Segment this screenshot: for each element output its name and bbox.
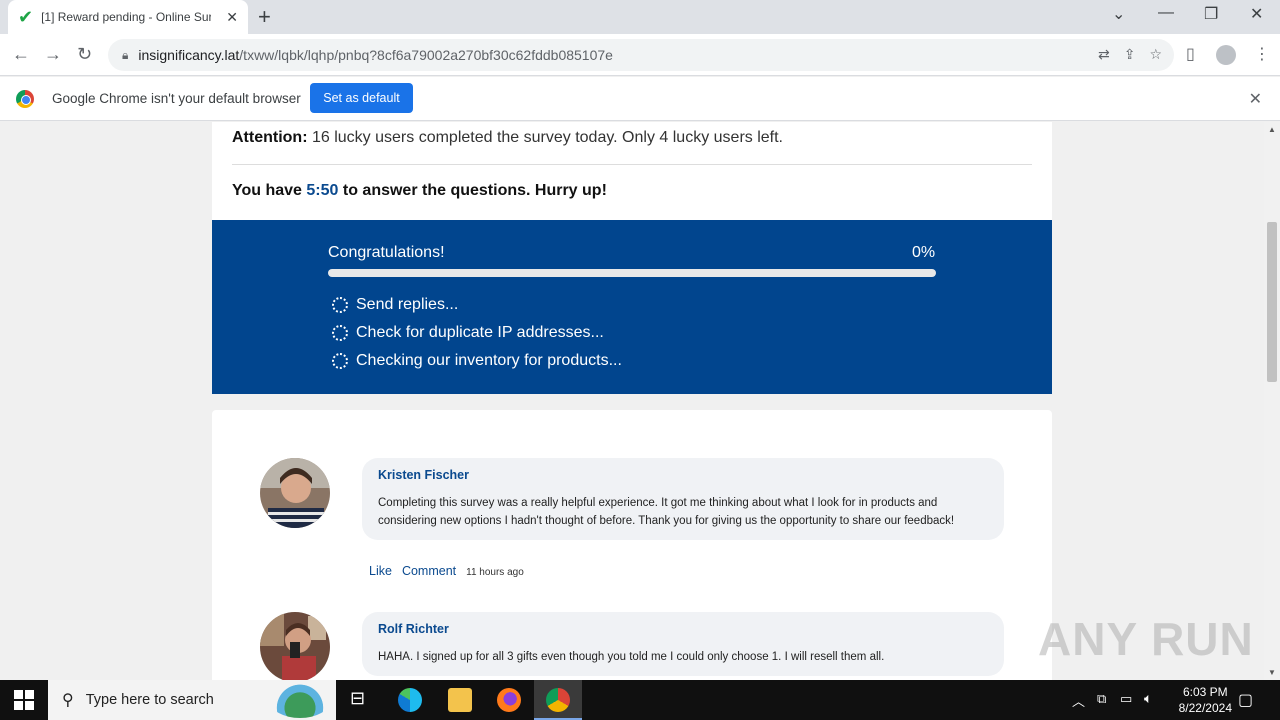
comment-actions: Like Comment 11 hours ago (369, 564, 524, 578)
clock-time: 6:03 PM (1182, 685, 1228, 699)
menu-dots-icon[interactable]: ⋮ (1254, 44, 1270, 64)
tab-search-icon[interactable]: ⌄ (1112, 4, 1125, 24)
search-placeholder: Type here to search (85, 692, 214, 708)
default-browser-infobar: Google Chrome isn't your default browser… (0, 77, 1280, 121)
step-label: Checking our inventory for products... (356, 352, 622, 369)
spinner-icon (332, 325, 348, 341)
volume-icon[interactable]: 🔈︎ (1144, 690, 1152, 707)
timer-line: You have 5:50 to answer the questions. H… (232, 182, 607, 200)
browser-toolbar: ← → ↻ 🔒︎ insignificancy.lat /txww/lqbk/l… (0, 34, 1280, 76)
comment-bubble: Rolf Richter HAHA. I signed up for all 3… (362, 612, 1004, 676)
comments-section: Kristen Fischer Completing this survey w… (212, 410, 1052, 680)
step-label: Send replies... (356, 296, 459, 313)
spinner-icon (332, 353, 348, 369)
search-highlight-icon (270, 684, 330, 718)
timer-suffix: to answer the questions. Hurry up! (338, 182, 607, 199)
scroll-thumb[interactable] (1267, 222, 1277, 382)
page-scrollbar[interactable]: ▲ ▼ (1264, 122, 1280, 680)
avatar (260, 612, 330, 680)
back-icon[interactable]: ← (12, 44, 30, 65)
like-link[interactable]: Like (369, 564, 392, 578)
firefox-icon[interactable] (497, 688, 521, 712)
scroll-down-icon[interactable]: ▼ (1268, 668, 1276, 677)
lock-icon[interactable]: 🔒︎ (122, 48, 128, 63)
timer-value: 5:50 (306, 182, 339, 199)
step-check-ip: Check for duplicate IP addresses... (332, 324, 604, 342)
bookmark-star-icon[interactable]: ☆ (1149, 46, 1162, 63)
timer-prefix: You have (232, 182, 307, 199)
translate-icon[interactable]: ⇄ (1098, 46, 1110, 63)
file-explorer-icon[interactable] (448, 688, 472, 712)
search-icon: ⚲ (62, 692, 74, 709)
commenter-name[interactable]: Kristen Fischer (378, 468, 988, 482)
attention-label: Attention: (232, 129, 308, 146)
comment-text: HAHA. I signed up for all 3 gifts even t… (378, 651, 885, 663)
comment-text: Completing this survey was a really help… (378, 497, 955, 527)
new-tab-button[interactable]: + (258, 4, 271, 30)
scroll-up-icon[interactable]: ▲ (1268, 125, 1276, 134)
comment-time: 11 hours ago (466, 567, 524, 578)
checkmark-icon: ✔ (18, 6, 34, 27)
close-tab-icon[interactable]: ✕ (226, 9, 238, 26)
step-send-replies: Send replies... (332, 296, 458, 314)
clock-date: 8/22/2024 (1178, 701, 1232, 715)
share-icon[interactable]: ⇪ (1124, 46, 1136, 63)
close-infobar-icon[interactable]: ✕ (1249, 89, 1262, 109)
minimize-icon[interactable]: — (1158, 4, 1174, 22)
progress-title: Congratulations! (328, 244, 445, 261)
spinner-icon (332, 297, 348, 313)
restore-icon[interactable]: ❐ (1204, 4, 1218, 24)
attention-card: Attention: 16 lucky users completed the … (212, 122, 1052, 220)
page-viewport: Attention: 16 lucky users completed the … (0, 122, 1264, 680)
set-default-button[interactable]: Set as default (310, 83, 413, 113)
progress-panel: Congratulations! 0% Send replies... Chec… (212, 220, 1052, 394)
comment-link[interactable]: Comment (402, 564, 456, 578)
chrome-logo-icon (16, 90, 34, 108)
progress-percent: 0% (912, 244, 936, 261)
side-panel-icon[interactable]: ▯ (1186, 44, 1195, 64)
chrome-icon (546, 688, 570, 712)
step-check-inventory: Checking our inventory for products... (332, 352, 622, 370)
edge-icon[interactable] (398, 688, 422, 712)
address-bar[interactable]: 🔒︎ insignificancy.lat /txww/lqbk/lqhp/pn… (108, 39, 1174, 71)
taskbar-search[interactable]: ⚲ Type here to search (48, 680, 336, 720)
commenter-name[interactable]: Rolf Richter (378, 622, 988, 636)
windows-start-icon[interactable] (14, 690, 34, 710)
url-path: /txww/lqbk/lqhp/pnbq?8cf6a79002a270bf30c… (239, 47, 613, 63)
tab-title: [1] Reward pending - Online Sur (41, 10, 212, 24)
tray-chevron-icon[interactable]: ︿ (1072, 691, 1085, 710)
infobar-message: Google Chrome isn't your default browser (52, 91, 301, 106)
divider (232, 164, 1032, 165)
attention-line: Attention: 16 lucky users completed the … (232, 129, 783, 147)
notifications-icon[interactable]: ▢ (1238, 690, 1253, 710)
tab-strip: ✔ [1] Reward pending - Online Sur ✕ + ⌄ … (0, 0, 1280, 34)
comment-bubble: Kristen Fischer Completing this survey w… (362, 458, 1004, 540)
tray-app-icon[interactable]: ⧉ (1097, 691, 1106, 707)
browser-tab[interactable]: ✔ [1] Reward pending - Online Sur ✕ (8, 0, 248, 34)
taskbar-clock[interactable]: 6:03 PM 8/22/2024 (1179, 684, 1232, 716)
close-window-icon[interactable]: ✕ (1250, 4, 1263, 24)
task-view-icon[interactable]: ⊟ (350, 688, 374, 712)
watermark: ANY RUN (1038, 613, 1254, 665)
profile-avatar-icon[interactable] (1216, 45, 1236, 65)
attention-text: 16 lucky users completed the survey toda… (307, 129, 783, 146)
step-label: Check for duplicate IP addresses... (356, 324, 604, 341)
avatar (260, 458, 330, 528)
forward-icon[interactable]: → (44, 44, 62, 65)
windows-taskbar: ⚲ Type here to search ⊟ ︿ ⧉ ▭ 🔈︎ 6:03 PM… (0, 680, 1280, 720)
reload-icon[interactable]: ↻ (77, 44, 92, 65)
network-icon[interactable]: ▭ (1120, 691, 1132, 707)
chrome-taskbar-button[interactable] (534, 680, 582, 720)
progress-bar (328, 269, 936, 277)
url-host: insignificancy.lat (138, 47, 240, 63)
